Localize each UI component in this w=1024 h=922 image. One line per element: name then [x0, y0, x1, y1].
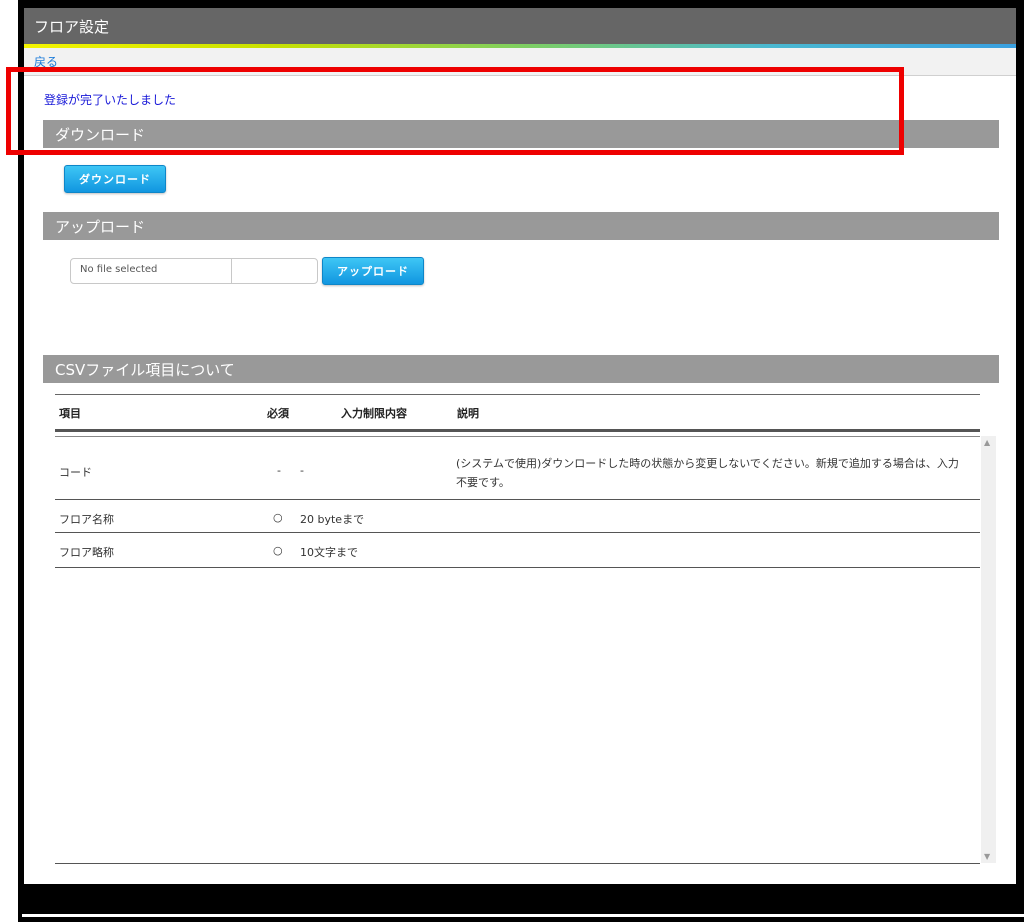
upload-section-header: アップロード — [43, 212, 999, 240]
table-bottom-border — [55, 863, 980, 864]
scroll-down-arrow-icon[interactable]: ▼ — [984, 852, 990, 861]
success-message: 登録が完了いたしました — [44, 93, 177, 107]
table-row-divider — [55, 499, 980, 500]
frame-bottom — [18, 884, 1024, 914]
table-scrollbar[interactable]: ▲ ▼ — [981, 436, 996, 863]
col-header-restriction: 入力制限内容 — [341, 407, 407, 420]
table-row-divider — [55, 567, 980, 568]
upload-button[interactable]: アップロード — [322, 257, 424, 285]
navbar: 戻る — [24, 48, 1016, 76]
row-code-description: (システムで使用)ダウンロードした時の状態から変更しないでください。新規で追加す… — [456, 457, 959, 489]
row-floor-name-item: フロア名称 — [59, 513, 114, 526]
app-window: フロア設定 戻る 登録が完了いたしました ダウンロード ダウンロード アップロー… — [24, 8, 1016, 884]
window-title: フロア設定 — [24, 8, 1016, 44]
col-header-required: 必須 — [267, 407, 289, 420]
table-row-divider — [55, 532, 980, 533]
file-input[interactable]: No file selected — [70, 258, 318, 284]
row-floor-abbr-restriction: 10文字まで — [300, 546, 358, 559]
frame-bottom-edge — [22, 917, 1024, 922]
file-input-divider — [231, 259, 232, 283]
file-input-status: No file selected — [80, 264, 158, 275]
row-code-restriction: - — [300, 464, 304, 477]
frame-top — [18, 0, 1024, 8]
download-button[interactable]: ダウンロード — [64, 165, 166, 193]
csv-section-header: CSVファイル項目について — [43, 355, 999, 383]
table-header-border-thin — [55, 436, 980, 437]
col-header-item: 項目 — [59, 407, 81, 420]
row-code-item: コード — [59, 466, 92, 479]
row-floor-name-required: ○ — [273, 511, 283, 524]
frame-left — [0, 0, 24, 922]
table-header-border — [55, 429, 980, 432]
back-link[interactable]: 戻る — [34, 53, 58, 70]
scroll-up-arrow-icon[interactable]: ▲ — [984, 438, 990, 447]
col-header-description: 説明 — [457, 407, 479, 420]
table-top-border — [55, 394, 980, 395]
row-floor-name-restriction: 20 byteまで — [300, 513, 365, 526]
row-floor-abbr-item: フロア略称 — [59, 546, 114, 559]
download-section-header: ダウンロード — [43, 120, 999, 148]
frame-right — [1016, 0, 1024, 922]
row-floor-abbr-required: ○ — [273, 544, 283, 557]
row-code-required: - — [277, 464, 281, 477]
